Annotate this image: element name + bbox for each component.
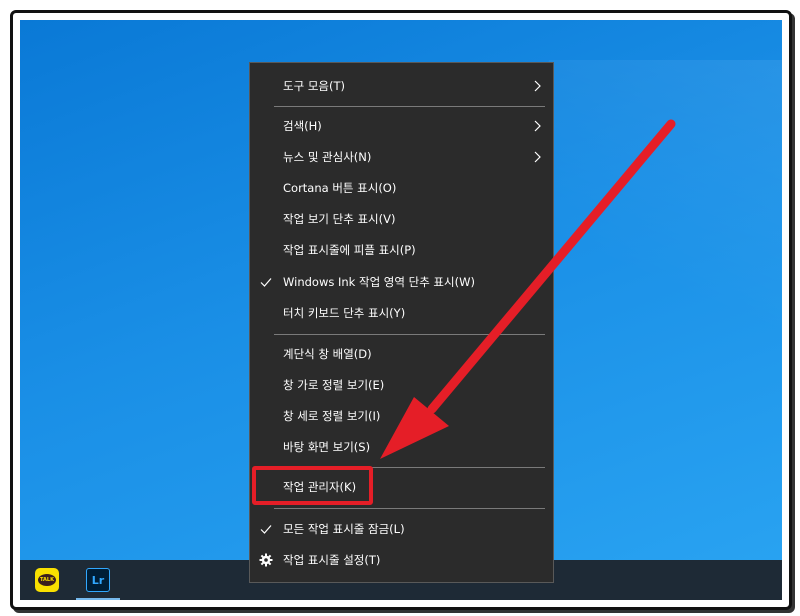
menu-item-show-desktop[interactable]: 바탕 화면 보기(S) <box>250 433 553 461</box>
menu-item-news-interests[interactable]: 뉴스 및 관심사(N) <box>250 143 553 171</box>
menu-item-touch-keyboard[interactable]: 터치 키보드 단추 표시(Y) <box>250 299 553 327</box>
menu-item-label: 모든 작업 표시줄 잠금(L) <box>283 522 405 536</box>
chevron-right-icon <box>534 120 541 132</box>
menu-item-label: 도구 모음(T) <box>283 79 345 93</box>
menu-item-label: Cortana 버튼 표시(O) <box>283 181 397 195</box>
annotation-highlight-box <box>252 466 373 505</box>
chevron-right-icon <box>534 80 541 92</box>
taskbar-app-lightroom[interactable]: Lr <box>76 566 120 600</box>
menu-separator <box>274 508 545 509</box>
menu-separator <box>274 334 545 335</box>
menu-item-task-view[interactable]: 작업 보기 단추 표시(V) <box>250 205 553 233</box>
menu-item-cascade[interactable]: 계단식 창 배열(D) <box>250 340 553 368</box>
menu-item-label: 계단식 창 배열(D) <box>283 347 372 361</box>
chevron-right-icon <box>534 151 541 163</box>
checkmark-icon <box>260 278 272 287</box>
menu-item-stack[interactable]: 창 가로 정렬 보기(E) <box>250 371 553 399</box>
menu-item-label: 터치 키보드 단추 표시(Y) <box>283 306 406 320</box>
menu-item-side-by-side[interactable]: 창 세로 정렬 보기(I) <box>250 402 553 430</box>
menu-separator <box>274 106 545 107</box>
menu-item-label: Windows Ink 작업 영역 단추 표시(W) <box>283 275 475 289</box>
menu-item-label: 바탕 화면 보기(S) <box>283 440 371 454</box>
menu-item-label: 뉴스 및 관심사(N) <box>283 150 372 164</box>
taskbar-app-kakaotalk[interactable]: TALK <box>33 566 61 594</box>
menu-item-label: 작업 보기 단추 표시(V) <box>283 212 396 226</box>
kakaotalk-icon-label: TALK <box>38 574 56 586</box>
menu-item-label: 검색(H) <box>283 119 322 133</box>
lightroom-icon: Lr <box>86 568 110 592</box>
active-app-indicator <box>76 598 120 600</box>
menu-item-label: 창 세로 정렬 보기(I) <box>283 409 381 423</box>
checkmark-icon <box>260 525 272 534</box>
screenshot-frame: TALK Lr 도구 모음(T) 검색(H) 뉴스 및 관심사(N) Corta… <box>10 10 792 610</box>
menu-item-people[interactable]: 작업 표시줄에 피플 표시(P) <box>250 236 553 264</box>
gear-icon <box>259 553 273 567</box>
menu-item-toolbars[interactable]: 도구 모음(T) <box>250 72 553 100</box>
menu-item-label: 작업 표시줄에 피플 표시(P) <box>283 243 416 257</box>
kakaotalk-icon: TALK <box>35 568 59 592</box>
menu-item-label: 작업 표시줄 설정(T) <box>283 553 381 567</box>
menu-item-label: 창 가로 정렬 보기(E) <box>283 378 385 392</box>
menu-item-windows-ink[interactable]: Windows Ink 작업 영역 단추 표시(W) <box>250 268 553 296</box>
desktop[interactable]: TALK Lr 도구 모음(T) 검색(H) 뉴스 및 관심사(N) Corta… <box>20 20 782 600</box>
menu-item-cortana[interactable]: Cortana 버튼 표시(O) <box>250 174 553 202</box>
menu-item-taskbar-settings[interactable]: 작업 표시줄 설정(T) <box>250 546 553 574</box>
menu-item-search[interactable]: 검색(H) <box>250 112 553 140</box>
menu-item-lock-taskbar[interactable]: 모든 작업 표시줄 잠금(L) <box>250 515 553 543</box>
